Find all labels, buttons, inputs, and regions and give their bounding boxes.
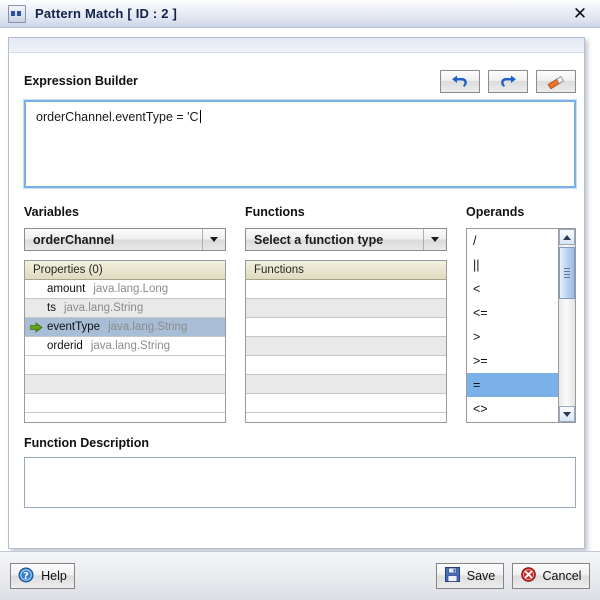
scroll-down-icon[interactable] [559, 406, 575, 422]
functions-rows [246, 280, 446, 413]
function-description-label: Function Description [24, 436, 149, 450]
functions-select[interactable]: Select a function type [245, 228, 447, 251]
table-row[interactable] [25, 375, 225, 394]
scrollbar-thumb[interactable] [559, 247, 575, 299]
text-caret [199, 110, 201, 123]
operands-list[interactable]: / || < <= > >= = <> [466, 228, 576, 423]
redo-button[interactable] [488, 70, 528, 93]
functions-list[interactable]: Functions [245, 260, 447, 423]
operands-scrollbar[interactable] [558, 229, 575, 422]
variables-properties-list[interactable]: Properties (0) amount java.lang.Long ts … [24, 260, 226, 423]
expression-input[interactable]: orderChannel.eventType = 'C [23, 99, 577, 189]
function-description-input[interactable] [24, 457, 576, 508]
save-button-label: Save [466, 569, 496, 583]
table-row[interactable]: ts java.lang.String [25, 299, 225, 318]
table-row[interactable] [246, 356, 446, 375]
help-icon: ? [18, 567, 34, 586]
cancel-button[interactable]: Cancel [512, 563, 590, 589]
functions-select-value: Select a function type [254, 232, 384, 247]
svg-text:?: ? [23, 571, 29, 582]
cancel-icon [520, 567, 536, 585]
operand-item[interactable]: <= [467, 301, 558, 325]
eraser-icon [545, 74, 567, 90]
window-title-bar: Pattern Match [ ID : 2 ] ✕ [0, 0, 600, 28]
table-row[interactable] [246, 299, 446, 318]
table-row[interactable] [246, 375, 446, 394]
undo-icon [450, 74, 470, 90]
cancel-button-label: Cancel [542, 569, 582, 583]
variables-select[interactable]: orderChannel [24, 228, 226, 251]
operand-item[interactable]: < [467, 277, 558, 301]
functions-column-header: Functions [246, 261, 446, 280]
function-description-text [25, 458, 575, 474]
help-button-label: Help [41, 569, 67, 583]
functions-label: Functions [245, 205, 305, 219]
dialog-footer: ? Help Save Cancel [0, 551, 600, 600]
variables-select-value: orderChannel [33, 232, 115, 247]
table-row[interactable] [246, 394, 446, 413]
chevron-down-icon [423, 229, 446, 250]
properties-rows: amount java.lang.Long ts java.lang.Strin… [25, 280, 225, 413]
scroll-up-icon[interactable] [559, 229, 575, 245]
pattern-match-icon [8, 4, 26, 23]
operand-item[interactable]: || [467, 253, 558, 277]
undo-button[interactable] [440, 70, 480, 93]
operands-items: / || < <= > >= = <> [467, 229, 558, 422]
clear-button[interactable] [536, 70, 576, 93]
operand-item[interactable]: > [467, 325, 558, 349]
panel-header-strip [9, 38, 584, 53]
operand-item-selected[interactable]: = [467, 373, 558, 397]
variables-label: Variables [24, 205, 79, 219]
table-row-selected[interactable]: eventType java.lang.String [25, 318, 225, 337]
table-row[interactable] [25, 394, 225, 413]
expression-text: orderChannel.eventType = 'C [36, 110, 201, 124]
table-row[interactable] [246, 337, 446, 356]
chevron-down-icon [202, 229, 225, 250]
table-row[interactable] [25, 356, 225, 375]
save-button[interactable]: Save [436, 563, 504, 589]
operand-item[interactable]: <> [467, 397, 558, 421]
redo-icon [498, 74, 518, 90]
table-row[interactable]: amount java.lang.Long [25, 280, 225, 299]
table-row[interactable] [246, 318, 446, 337]
operand-item[interactable]: >= [467, 349, 558, 373]
expression-builder-label: Expression Builder [24, 74, 138, 88]
operands-label: Operands [466, 205, 525, 219]
current-row-arrow-icon [25, 321, 47, 333]
scrollbar-grip [564, 268, 570, 278]
table-row[interactable]: orderid java.lang.String [25, 337, 225, 356]
save-icon [444, 567, 460, 585]
properties-column-header: Properties (0) [25, 261, 225, 280]
close-icon[interactable]: ✕ [570, 4, 590, 24]
operand-item[interactable]: / [467, 229, 558, 253]
help-button[interactable]: ? Help [10, 563, 75, 589]
window-title: Pattern Match [ ID : 2 ] [35, 6, 178, 21]
table-row[interactable] [246, 280, 446, 299]
